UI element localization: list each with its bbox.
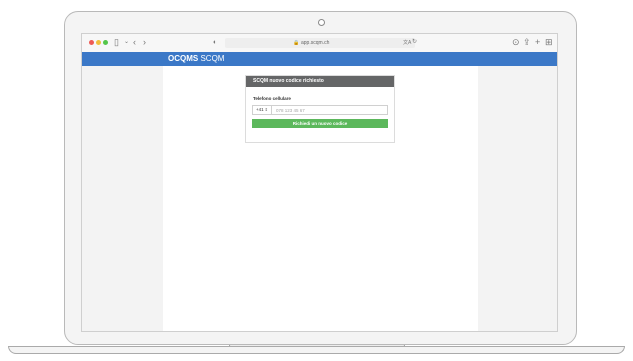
lock-icon: 🔒 [293, 40, 300, 46]
address-bar[interactable]: 🔒 app.scqm.ch 文A ↻ [225, 38, 417, 48]
translate-icon[interactable]: 文A [403, 39, 411, 47]
phone-input-group: +41 ⇕ [252, 105, 388, 115]
phone-number-input[interactable] [272, 105, 388, 115]
minimize-window-button[interactable] [96, 40, 101, 45]
card-title: SCQM nuovo codice richiesto [246, 76, 394, 87]
app-navbar: OCQMS SCQM [82, 52, 557, 66]
tab-overview-icon[interactable]: ⊞ [545, 37, 553, 48]
maximize-window-button[interactable] [103, 40, 108, 45]
share-icon[interactable]: ⇪ [523, 37, 531, 48]
brand-logo[interactable]: OCQMS SCQM [168, 54, 224, 64]
chevron-down-icon[interactable]: ⌄ [124, 37, 129, 48]
new-tab-icon[interactable]: + [535, 37, 540, 48]
browser-toolbar: ▯ ⌄ ‹ › ◐ 🔒 app.scqm.ch 文A ↻ ⊙ ⇪ + ⊞ [82, 34, 557, 53]
country-code-value: +41 [256, 107, 264, 112]
forward-icon[interactable]: › [143, 37, 146, 48]
privacy-shield-icon[interactable]: ◐ [213, 37, 217, 48]
browser-window: ▯ ⌄ ‹ › ◐ 🔒 app.scqm.ch 文A ↻ ⊙ ⇪ + ⊞ OCQ… [81, 33, 558, 332]
request-new-code-button[interactable]: Richiedi un nuovo codice [252, 119, 388, 128]
brand-light: SCQM [200, 54, 225, 63]
new-code-card: SCQM nuovo codice richiesto Telefono cel… [245, 75, 395, 143]
url-text: app.scqm.ch [301, 40, 330, 46]
reload-icon[interactable]: ↻ [412, 38, 417, 47]
camera-icon [318, 19, 325, 26]
back-icon[interactable]: ‹ [133, 37, 136, 48]
download-icon[interactable]: ⊙ [512, 37, 520, 48]
close-window-button[interactable] [89, 40, 94, 45]
country-code-select[interactable]: +41 ⇕ [252, 105, 272, 115]
select-arrows-icon: ⇕ [264, 107, 268, 112]
sidebar-icon[interactable]: ▯ [114, 37, 119, 48]
main-content: SCQM nuovo codice richiesto Telefono cel… [163, 66, 478, 331]
laptop-base [8, 346, 625, 354]
brand-bold: OCQMS [168, 54, 199, 63]
phone-label: Telefono cellulare [253, 96, 291, 101]
